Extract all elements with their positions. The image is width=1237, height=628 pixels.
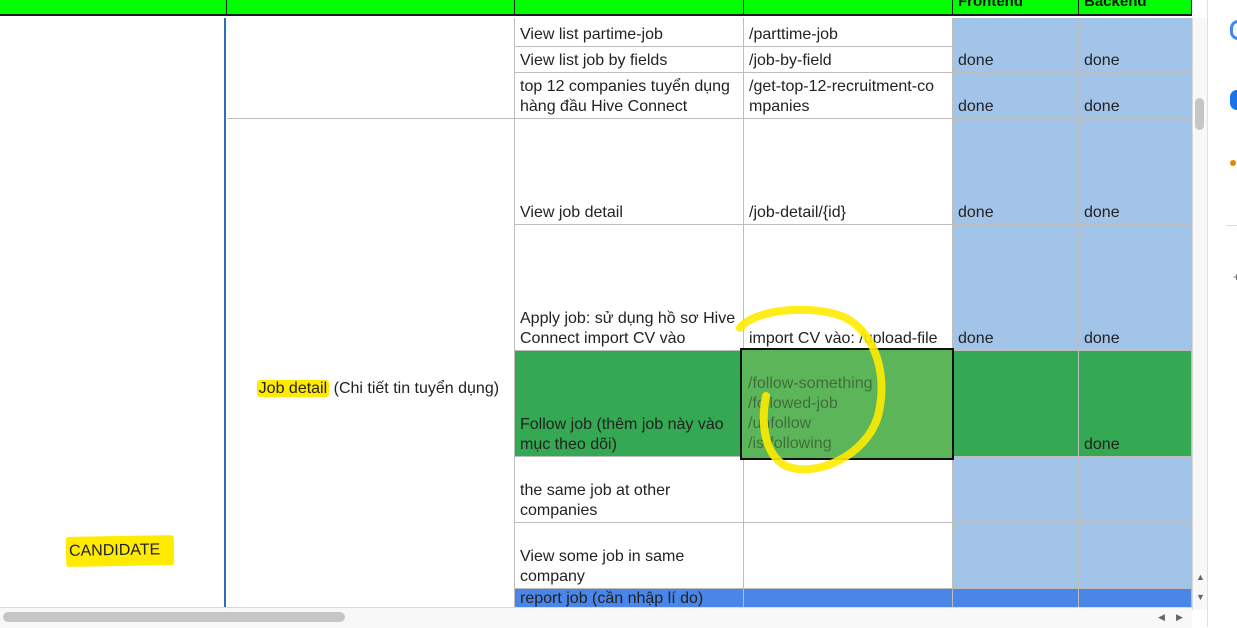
backend-status-cell[interactable] <box>1079 523 1192 589</box>
spreadsheet-grid: Frontend Backend CANDIDATE Job detail (C… <box>0 0 1192 607</box>
group-cell-job-detail[interactable]: Job detail (Chi tiết tin tuyển dụng) <box>227 119 515 607</box>
role-cell[interactable]: CANDIDATE <box>0 18 226 607</box>
endpoint-cell[interactable] <box>744 589 953 607</box>
vertical-scrollbar[interactable]: ▲ ▼ <box>1192 18 1207 610</box>
frontend-status-cell[interactable]: done <box>953 225 1079 351</box>
backend-status-text: done <box>1084 436 1120 453</box>
header-cell-d[interactable] <box>744 0 953 16</box>
feature-text: View job detail <box>520 204 623 221</box>
backend-status-cell[interactable] <box>1079 589 1192 607</box>
feature-cell[interactable]: View job detail <box>515 119 744 225</box>
endpoint-cell[interactable]: /get-top-12-recruitment-companies <box>744 73 953 119</box>
highlight-circle-annotation <box>736 305 886 474</box>
feature-cell[interactable]: top 12 companies tuyển dụng hàng đầu Hiv… <box>515 73 744 119</box>
backend-status-cell[interactable]: done <box>1079 119 1192 225</box>
feature-cell[interactable]: Follow job (thêm job này vào mục theo dõ… <box>515 351 744 457</box>
backend-status-cell[interactable]: done <box>1079 73 1192 119</box>
scroll-up-icon[interactable]: ▲ <box>1196 572 1205 582</box>
header-cell-c[interactable] <box>515 0 744 16</box>
backend-status-text: done <box>1084 52 1120 69</box>
frontend-status-cell[interactable] <box>953 523 1079 589</box>
feature-cell[interactable]: the same job at other companies <box>515 457 744 523</box>
role-label: CANDIDATE <box>65 535 175 567</box>
backend-status-cell[interactable]: done <box>1079 225 1192 351</box>
scroll-down-icon[interactable]: ▼ <box>1196 592 1205 602</box>
backend-status-text: done <box>1084 204 1120 221</box>
header-frontend-label: Frontend <box>958 0 1023 10</box>
frontend-status-text: done <box>958 330 994 347</box>
endpoint-cell[interactable]: /job-by-field <box>744 47 953 73</box>
horizontal-scrollbar[interactable]: ◀ ▶ <box>0 607 1192 628</box>
backend-status-text: done <box>1084 330 1120 347</box>
side-divider <box>1226 225 1237 226</box>
header-backend-label: Backend <box>1084 0 1147 10</box>
frontend-status-text: done <box>958 52 994 69</box>
add-icon[interactable]: + <box>1233 270 1237 284</box>
feature-cell[interactable]: View list partime-job <box>515 18 744 47</box>
section-label-highlight: Job detail <box>256 380 330 397</box>
backend-status-text: done <box>1084 98 1120 115</box>
frontend-status-cell[interactable]: done <box>953 119 1079 225</box>
endpoint-cell[interactable]: /job-detail/{id} <box>744 119 953 225</box>
group-cell-upper[interactable] <box>227 18 515 119</box>
frontend-status-text: done <box>958 204 994 221</box>
section-label-rest: (Chi tiết tin tuyển dụng) <box>329 380 500 397</box>
endpoint-text: /get-top-12-recruitment-companies <box>749 78 934 115</box>
header-cell-b[interactable] <box>227 0 515 16</box>
header-backend[interactable]: Backend <box>1079 0 1192 16</box>
feature-cell[interactable]: Apply job: sử dụng hồ sơ Hive Connect im… <box>515 225 744 351</box>
frontend-status-text: done <box>958 98 994 115</box>
frontend-status-cell[interactable]: done <box>953 73 1079 119</box>
scroll-right-icon[interactable]: ▶ <box>1176 612 1183 623</box>
feature-cell[interactable]: View some job in same company <box>515 523 744 589</box>
feature-text: View list partime-job <box>520 26 663 43</box>
frontend-status-cell[interactable] <box>953 589 1079 607</box>
horizontal-scroll-thumb[interactable] <box>3 612 345 622</box>
feature-text: Follow job (thêm job này vào mục theo dõ… <box>520 416 729 453</box>
feature-text: Apply job: sử dụng hồ sơ Hive Connect im… <box>520 310 740 347</box>
vertical-scroll-thumb[interactable] <box>1195 98 1204 130</box>
frontend-status-cell[interactable]: done <box>953 18 1079 73</box>
scroll-left-icon[interactable]: ◀ <box>1158 612 1165 623</box>
endpoint-cell[interactable]: /parttime-job <box>744 18 953 47</box>
feature-cell[interactable]: View list job by fields <box>515 47 744 73</box>
backend-status-cell[interactable]: done <box>1079 351 1192 457</box>
feature-text: top 12 companies tuyển dụng hàng đầu Hiv… <box>520 78 735 115</box>
backend-status-cell[interactable] <box>1079 457 1192 523</box>
feature-text: report job (cần nhập lí do) <box>520 590 704 607</box>
feature-text: View some job in same company <box>520 548 689 585</box>
endpoint-text: /job-detail/{id} <box>749 204 846 221</box>
tasks-icon[interactable] <box>1230 90 1237 110</box>
frontend-status-cell[interactable] <box>953 457 1079 523</box>
feature-text: View list job by fields <box>520 52 668 69</box>
frontend-status-cell[interactable] <box>953 351 1079 457</box>
endpoint-text: /job-by-field <box>749 52 832 69</box>
feature-cell[interactable]: report job (cần nhập lí do) <box>515 589 744 607</box>
endpoint-text: /parttime-job <box>749 26 838 43</box>
calendar-icon[interactable] <box>1230 20 1237 40</box>
endpoint-cell[interactable] <box>744 523 953 589</box>
header-frontend[interactable]: Frontend <box>953 0 1079 16</box>
side-panel: + <box>1207 0 1237 627</box>
header-cell-a[interactable] <box>0 0 227 16</box>
backend-status-cell[interactable]: done <box>1079 18 1192 73</box>
feature-text: the same job at other companies <box>520 482 675 519</box>
contacts-icon[interactable] <box>1230 160 1236 166</box>
